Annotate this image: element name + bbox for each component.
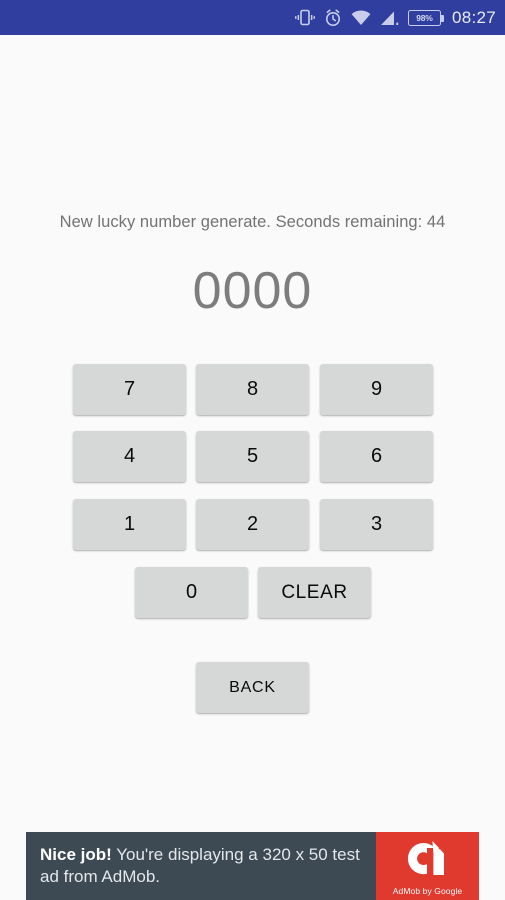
keypad-row-456: 4 5 6 [0,431,505,482]
key-7[interactable]: 7 [73,364,186,415]
wifi-icon [351,9,371,26]
ad-copy: Nice job! You're displaying a 320 x 50 t… [40,844,362,888]
key-2[interactable]: 2 [196,499,309,550]
cellular-signal-icon [380,10,399,26]
battery-icon: 98% [407,9,444,26]
key-9[interactable]: 9 [320,364,433,415]
countdown-message: New lucky number generate. Seconds remai… [59,213,446,231]
key-6[interactable]: 6 [320,431,433,482]
admob-banner-ad[interactable]: Nice job! You're displaying a 320 x 50 t… [26,832,479,900]
lucky-number-display: 0000 [192,262,313,320]
status-bar: 98% 08:27 [0,0,505,35]
back-button[interactable]: BACK [196,662,309,713]
ad-text-pane[interactable]: Nice job! You're displaying a 320 x 50 t… [26,832,376,900]
key-0[interactable]: 0 [135,567,248,618]
key-3[interactable]: 3 [320,499,433,550]
key-8[interactable]: 8 [196,364,309,415]
keypad-row-123: 1 2 3 [0,499,505,550]
key-1[interactable]: 1 [73,499,186,550]
ad-logo-pane[interactable]: AdMob by Google [376,832,479,900]
alarm-icon [324,8,342,27]
back-button-row: BACK [0,662,505,713]
clear-button[interactable]: CLEAR [258,567,371,618]
ad-lead-text: Nice job! [40,845,112,865]
admob-logo-icon [406,839,450,884]
key-5[interactable]: 5 [196,431,309,482]
main-content: New lucky number generate. Seconds remai… [0,35,505,832]
keypad-row-789: 7 8 9 [0,364,505,415]
status-clock: 08:27 [451,7,496,27]
battery-percent-label: 98% [416,12,433,23]
vibrate-icon [294,9,315,26]
key-4[interactable]: 4 [73,431,186,482]
keypad-row-zero-clear: 0 CLEAR [0,567,505,618]
admob-caption: AdMob by Google [392,885,463,896]
